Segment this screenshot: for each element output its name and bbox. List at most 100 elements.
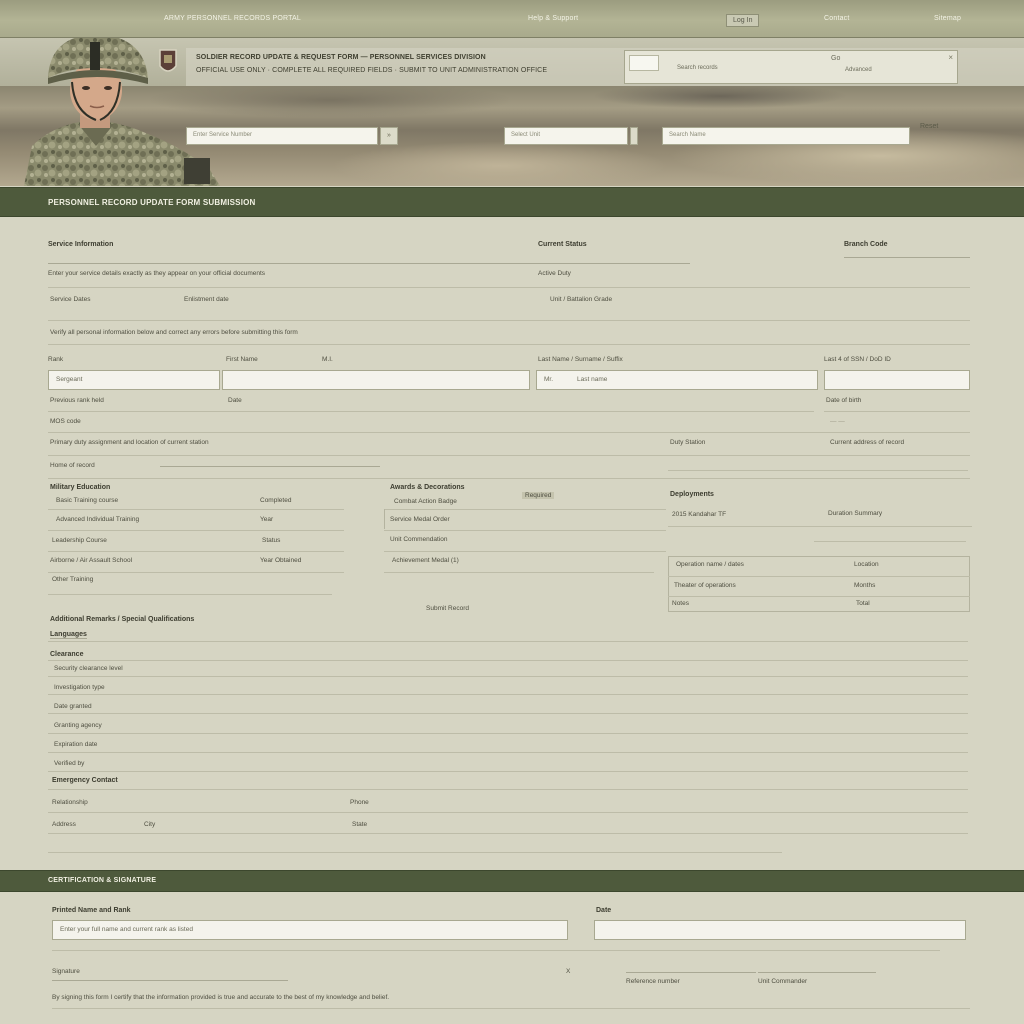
service-dates-label: Service Dates xyxy=(50,296,91,303)
emergency-city-label: City xyxy=(144,821,156,828)
status-value: Active Duty xyxy=(538,270,571,277)
divider xyxy=(48,530,344,531)
signature-x-mark: X xyxy=(566,968,571,975)
divider xyxy=(384,530,666,531)
divider xyxy=(48,660,968,661)
divider xyxy=(824,411,970,412)
nav-link-contact[interactable]: Contact xyxy=(824,15,850,22)
emergency-state-label: State xyxy=(352,821,368,828)
mil-ed-leadership-label: Leadership Course xyxy=(52,537,107,544)
hero-banner: SOLDIER RECORD UPDATE & REQUEST FORM — P… xyxy=(0,38,1024,186)
unit-commander-label: Unit Commander xyxy=(758,978,808,985)
mil-ed-leadership-value: Status xyxy=(262,537,281,544)
divider xyxy=(48,478,970,479)
divider xyxy=(48,733,968,734)
awards-required-badge: Required xyxy=(522,492,555,499)
duty-assignment-label: Primary duty assignment and location of … xyxy=(50,439,209,446)
mil-ed-other-label: Other Training xyxy=(52,576,94,583)
printed-name-label: Printed Name and Rank xyxy=(52,907,131,914)
divider xyxy=(48,551,344,552)
divider xyxy=(48,641,968,642)
duty-station-label: Duty Station xyxy=(670,439,706,446)
dob-value-placeholder: — — xyxy=(830,418,845,425)
branch-code-field[interactable] xyxy=(844,257,970,258)
deployment-operation-label: Operation name / dates xyxy=(676,561,744,568)
reference-number-field[interactable] xyxy=(626,972,756,973)
award-service-medal-label: Service Medal Order xyxy=(390,516,450,523)
search-go-button[interactable]: Go xyxy=(831,55,840,62)
reset-link[interactable]: Reset xyxy=(920,123,938,130)
id-column-label: Last 4 of SSN / DoD ID xyxy=(824,356,891,363)
deployment-notes-label: Notes xyxy=(672,600,689,607)
address-label-short: Current address of record xyxy=(830,439,905,446)
deployment-months-label: Months xyxy=(854,582,876,589)
nav-link-sitemap[interactable]: Sitemap xyxy=(934,15,961,22)
enlistment-date-label: Enlistment date xyxy=(184,296,229,303)
languages-subheading: Languages xyxy=(50,631,87,639)
divider xyxy=(52,1008,970,1009)
id-input[interactable] xyxy=(824,370,970,390)
close-icon[interactable]: × xyxy=(948,53,953,62)
printed-name-input[interactable]: Enter your full name and current rank as… xyxy=(52,920,568,940)
rank-column-label: Rank xyxy=(48,356,64,363)
date-label: Date xyxy=(596,907,612,914)
advanced-search-link[interactable]: Advanced xyxy=(845,67,872,73)
emergency-relationship-label: Relationship xyxy=(52,799,88,806)
mil-ed-basic-value: Completed xyxy=(260,497,292,504)
awards-heading: Awards & Decorations xyxy=(390,484,465,491)
divider xyxy=(48,455,970,456)
award-unit-commendation-label: Unit Commendation xyxy=(390,536,448,543)
signature-field[interactable] xyxy=(52,980,288,981)
unit-battalion-label: Unit / Battalion xyxy=(550,296,593,303)
divider xyxy=(48,812,968,813)
first-name-input[interactable] xyxy=(222,370,530,390)
divider xyxy=(48,789,968,790)
divider xyxy=(668,576,970,577)
divider xyxy=(48,594,332,595)
divider xyxy=(48,676,968,677)
nav-link-help[interactable]: Help & Support xyxy=(528,15,578,22)
divider xyxy=(48,771,968,772)
divider xyxy=(384,551,666,552)
unit-commander-field[interactable] xyxy=(758,972,876,973)
search-input[interactable]: Search records xyxy=(677,65,718,71)
divider xyxy=(814,541,966,542)
clearance-heading: Clearance xyxy=(50,651,84,658)
rank-input[interactable]: Sergeant xyxy=(48,370,220,390)
submit-record-link[interactable]: Submit Record xyxy=(426,605,469,612)
unit-select[interactable]: Select Unit xyxy=(504,127,628,145)
site-title: ARMY PERSONNEL RECORDS PORTAL xyxy=(164,15,302,22)
divider xyxy=(48,833,968,834)
verified-by-label: Verified by xyxy=(54,760,85,767)
divider xyxy=(48,694,968,695)
deployment-summary-label: Duration Summary xyxy=(828,510,883,517)
remarks-heading: Additional Remarks / Special Qualificati… xyxy=(50,616,195,623)
mos-label: MOS code xyxy=(50,418,81,425)
certification-disclaimer: By signing this form I certify that the … xyxy=(52,994,390,1001)
award-achievement-label: Achievement Medal (1) xyxy=(392,557,459,564)
deployment-total-label: Total xyxy=(856,600,870,607)
section-header-record-form: PERSONNEL RECORD UPDATE FORM SUBMISSION xyxy=(0,187,1024,217)
search-toggle[interactable] xyxy=(629,55,659,71)
divider xyxy=(668,596,970,597)
login-button[interactable]: Log In xyxy=(726,14,760,27)
soldier-portrait-image xyxy=(24,38,220,186)
deployments-heading: Deployments xyxy=(670,491,714,498)
section-title: PERSONNEL RECORD UPDATE FORM SUBMISSION xyxy=(48,198,256,207)
divider xyxy=(48,287,970,288)
mil-ed-airborne-value: Year Obtained xyxy=(260,557,302,564)
date-input[interactable] xyxy=(594,920,966,940)
last-name-input[interactable]: Mr. Last name xyxy=(536,370,818,390)
unit-select-arrow-icon[interactable] xyxy=(630,127,638,145)
name-search-input[interactable]: Search Name xyxy=(662,127,910,145)
home-of-record-field[interactable] xyxy=(160,466,380,467)
divider xyxy=(668,526,972,527)
investigation-type-label: Investigation type xyxy=(54,684,105,691)
unit-insignia-icon xyxy=(159,49,177,72)
last-name-column-label: Last Name / Surname / Suffix xyxy=(538,356,623,363)
divider xyxy=(48,344,970,345)
service-number-go-button[interactable]: » xyxy=(380,127,398,145)
top-navigation-bar: ARMY PERSONNEL RECORDS PORTAL Help & Sup… xyxy=(0,0,1024,38)
granting-agency-label: Granting agency xyxy=(54,722,102,729)
divider xyxy=(48,320,970,321)
